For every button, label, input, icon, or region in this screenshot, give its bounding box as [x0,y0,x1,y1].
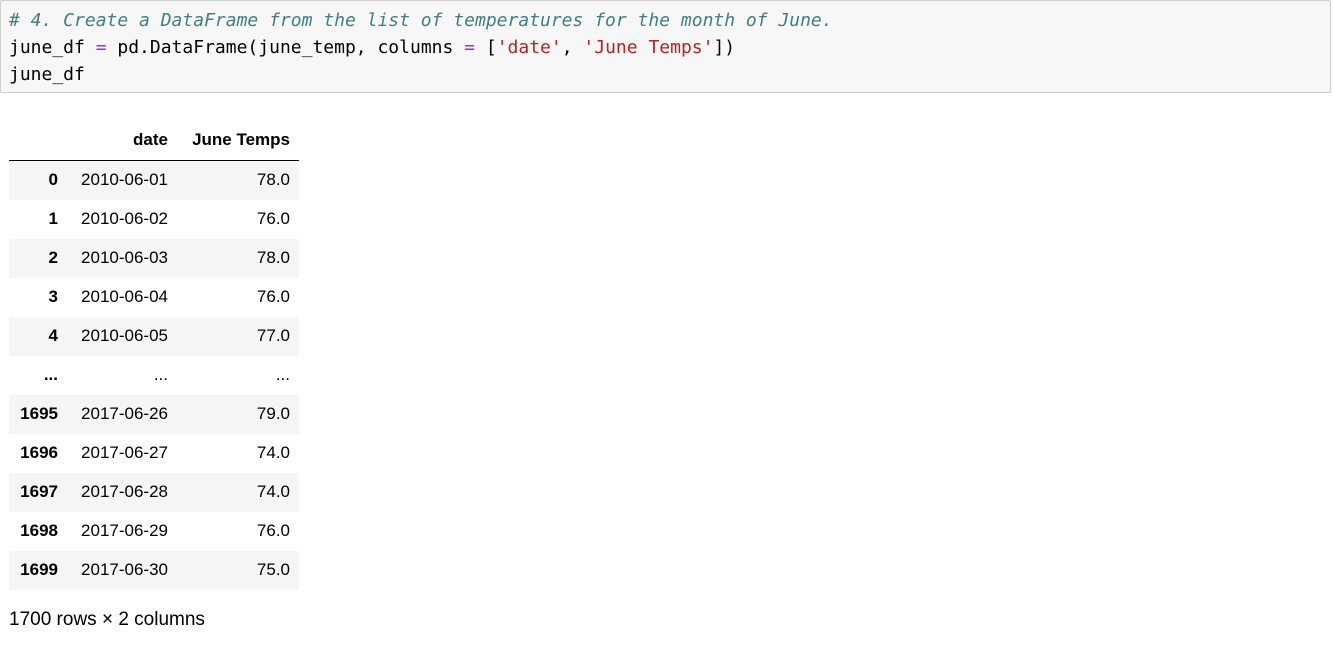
code-token: [ [475,37,497,58]
row-index: 1699 [20,560,58,579]
table-row: ......... [9,356,299,395]
cell-output: date June Temps 0 2010-06-01 78.0 1 2010-06-… [9,120,299,631]
code-token: pd.DataFrame(june_temp, columns [106,37,465,58]
code-token: 'date' [496,37,562,58]
column-header-date: date [67,120,177,161]
cell-date: ... [153,365,168,384]
code-line: june_df = pd.DataFrame(june_temp, column… [9,34,1322,61]
table-header-row: date June Temps [9,120,299,161]
table-row: 2 2010-06-03 78.0 [9,238,299,278]
cell-date: 2010-06-01 [81,170,168,190]
cell-june-temp: 74.0 [256,482,290,501]
row-index: 1698 [20,521,58,540]
row-index: 0 [48,170,58,190]
code-token: june_df [9,37,96,58]
table-row: 1 2010-06-02 76.0 [9,200,299,239]
index-header [9,120,67,161]
cell-date: 2017-06-26 [81,404,168,423]
code-line: june_df [9,61,1322,88]
code-token: = [464,37,476,58]
code-token: 'June Temps' [583,37,714,58]
code-token: , [561,37,584,58]
row-index: 4 [48,326,58,345]
column-header-june-temps: June Temps [177,120,299,161]
code-cell-input[interactable]: # 4. Create a DataFrame from the list of… [0,0,1331,93]
cell-june-temp: 78.0 [256,248,290,267]
code-token: = [95,37,107,58]
dataframe-table: date June Temps 0 2010-06-01 78.0 1 2010-06-… [9,120,299,590]
cell-date: 2017-06-27 [81,443,168,462]
dataframe-shape-note: 1700 rows × 2 columns [9,608,205,630]
table-row: 4 2010-06-05 77.0 [9,316,299,356]
code-token: # 4. Create a DataFrame from the list of… [9,10,833,31]
row-index: 1696 [20,443,58,462]
table-row: 1698 2017-06-29 76.0 [9,512,299,551]
table-body: 0 2010-06-01 78.0 1 2010-06-02 76.0 2 2010-06-0… [9,160,299,590]
cell-june-temp: 75.0 [256,560,290,579]
table-row: 3 2010-06-04 76.0 [9,278,299,317]
code-token: ]) [713,37,736,58]
cell-june-temp: 79.0 [256,404,290,423]
code-token: june_df [9,64,85,85]
row-index: 1695 [20,404,58,423]
table-row: 0 2010-06-01 78.0 [9,160,299,200]
code-line: # 4. Create a DataFrame from the list of… [9,7,1322,34]
table-row: 1699 2017-06-30 75.0 [9,550,299,590]
cell-date: 2010-06-04 [81,287,168,306]
row-index: 1 [48,209,58,228]
table-row: 1697 2017-06-28 74.0 [9,472,299,512]
row-index: 2 [48,248,58,267]
cell-june-temp: 78.0 [256,170,290,190]
cell-date: 2017-06-28 [81,482,168,501]
cell-june-temp: 76.0 [256,521,290,540]
cell-june-temp: 77.0 [256,326,290,345]
cell-date: 2010-06-02 [81,209,168,228]
row-index: 1697 [20,482,58,501]
row-index: ... [43,365,58,384]
cell-june-temp: 76.0 [256,209,290,228]
table-row: 1696 2017-06-27 74.0 [9,434,299,473]
cell-june-temp: 74.0 [256,443,290,462]
cell-june-temp: ... [275,365,290,384]
table-row: 1695 2017-06-26 79.0 [9,394,299,434]
row-index: 3 [48,287,58,306]
cell-date: 2010-06-05 [81,326,168,345]
cell-june-temp: 76.0 [256,287,290,306]
cell-date: 2017-06-29 [81,521,168,540]
cell-date: 2017-06-30 [81,560,168,579]
cell-date: 2010-06-03 [81,248,168,267]
